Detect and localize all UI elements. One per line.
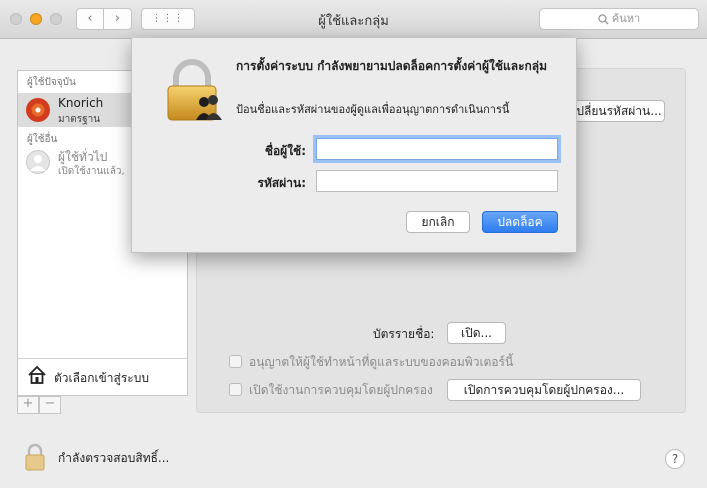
allow-admin-checkbox[interactable] [229, 355, 242, 368]
contact-card-label: บัตรรายชื่อ: [373, 327, 435, 341]
change-password-label: เปลี่ยนรหัสผ่าน... [572, 104, 662, 118]
search-field[interactable]: ค้นหา [539, 8, 699, 30]
search-icon [598, 13, 609, 24]
guest-status: เปิดใช้งานแล้ว, [58, 166, 125, 177]
login-options-item[interactable]: ตัวเลือกเข้าสู่ระบบ [18, 358, 187, 395]
open-contact-label: เปิด... [461, 326, 492, 340]
person-icon [30, 155, 46, 171]
allow-admin-label: อนุญาตให้ผู้ใช้ทำหน้าที่ดูแลระบบของคอมพิ… [249, 355, 514, 369]
authentication-dialog: การตั้งค่าระบบ กำลังพยายามปลดล็อคการตั้ง… [131, 38, 577, 253]
add-user-button[interactable]: + [17, 396, 39, 414]
login-options-label: ตัวเลือกเข้าสู่ระบบ [54, 371, 149, 385]
username-field[interactable] [316, 138, 558, 160]
search-placeholder: ค้นหา [611, 12, 641, 25]
dialog-title: การตั้งค่าระบบ กำลังพยายามปลดล็อคการตั้ง… [236, 59, 548, 73]
cancel-button[interactable]: ยกเลิก [406, 211, 470, 233]
current-users-header: ผู้ใช้ปัจจุบัน [27, 77, 76, 88]
parental-controls-label: เปิดใช้งานการควบคุมโดยผู้ปกครอง [249, 383, 433, 397]
avatar [26, 98, 50, 122]
unlock-label: ปลดล็อค [497, 215, 543, 229]
user-name: Knorich [58, 96, 104, 110]
lock-users-icon [167, 59, 222, 121]
title-bar: ‹ › ⋮⋮⋮ ผู้ใช้และกลุ่ม ค้นหา [0, 0, 707, 39]
guest-avatar [26, 150, 50, 174]
dialog-message: ป้อนชื่อและรหัสผ่านของผู้ดูแลเพื่ออนุญาต… [236, 103, 510, 116]
parental-controls-checkbox[interactable] [229, 383, 242, 396]
lock-icon[interactable] [24, 443, 46, 471]
user-role: มาตรฐาน [58, 114, 101, 125]
authenticating-status: กำลังตรวจสอบสิทธิ์... [58, 451, 170, 465]
house-icon [28, 365, 46, 384]
open-contact-button[interactable]: เปิด... [447, 322, 506, 344]
remove-user-button[interactable]: − [39, 396, 61, 414]
unlock-button[interactable]: ปลดล็อค [482, 211, 558, 233]
username-label: ชื่อผู้ใช้: [264, 144, 306, 158]
help-icon: ? [671, 452, 679, 466]
open-parental-controls-button[interactable]: เปิดการควบคุมโดยผู้ปกครอง... [447, 379, 641, 401]
open-parental-controls-label: เปิดการควบคุมโดยผู้ปกครอง... [463, 383, 625, 397]
add-remove-bar: + − [17, 396, 65, 414]
password-field[interactable] [316, 170, 558, 192]
change-password-button[interactable]: เปลี่ยนรหัสผ่าน... [569, 100, 665, 122]
cancel-label: ยกเลิก [421, 215, 455, 229]
password-label: รหัสผ่าน: [257, 176, 306, 190]
help-button[interactable]: ? [665, 449, 685, 469]
